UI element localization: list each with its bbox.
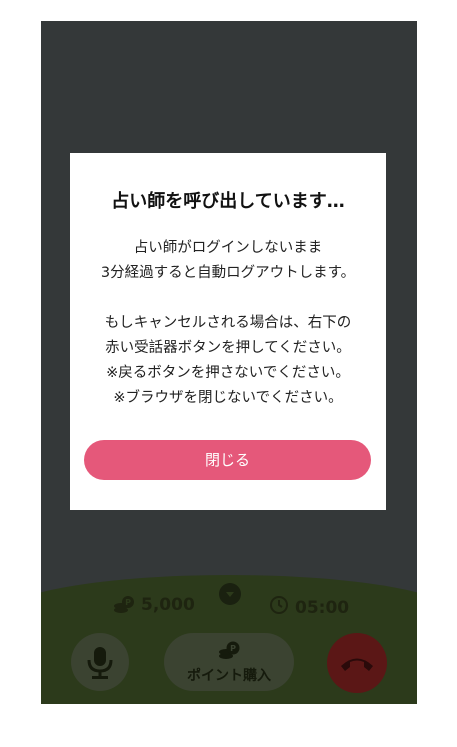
microphone-icon bbox=[87, 647, 113, 679]
call-status-row: P 5,000 05:00 bbox=[41, 583, 417, 623]
chevron-down-icon bbox=[226, 592, 234, 597]
buy-points-label: ポイント購入 bbox=[187, 668, 271, 684]
dialog-message: 占い師がログインしないまま 3分経過すると自動ログアウトします。 もしキャンセル… bbox=[70, 236, 386, 411]
collapse-toggle-button[interactable] bbox=[219, 583, 241, 605]
dialog-title: 占い師を呼び出しています… bbox=[111, 191, 345, 212]
message-line: もしキャンセルされる場合は、右下の bbox=[104, 315, 352, 331]
call-timer: 05:00 bbox=[269, 595, 349, 620]
coin-stack-icon: P bbox=[113, 595, 135, 615]
svg-text:P: P bbox=[230, 644, 236, 653]
buy-points-button[interactable]: P ポイント購入 bbox=[164, 633, 294, 691]
calling-dialog: 占い師を呼び出しています… 占い師がログインしないまま 3分経過すると自動ログア… bbox=[70, 153, 386, 510]
call-controls: P ポイント購入 bbox=[41, 633, 417, 697]
close-button[interactable]: 閉じる bbox=[84, 440, 371, 480]
points-value: 5,000 bbox=[141, 595, 195, 615]
points-balance: P 5,000 bbox=[113, 595, 195, 615]
timer-value: 05:00 bbox=[295, 597, 350, 618]
message-line: ※ブラウザを閉じないでください。 bbox=[113, 390, 343, 406]
message-line: ※戻るボタンを押さないでください。 bbox=[106, 365, 350, 381]
message-line: 占い師がログインしないまま bbox=[133, 240, 323, 256]
hang-up-button[interactable] bbox=[327, 633, 387, 693]
mute-button[interactable] bbox=[71, 633, 129, 691]
svg-text:P: P bbox=[125, 598, 131, 607]
phone-hangup-icon bbox=[341, 658, 373, 671]
clock-icon bbox=[269, 595, 289, 620]
coin-stack-icon: P bbox=[219, 641, 240, 659]
message-line: 3分経過すると自動ログアウトします。 bbox=[100, 265, 356, 281]
message-line: 赤い受話器ボタンを押してください。 bbox=[105, 340, 351, 356]
